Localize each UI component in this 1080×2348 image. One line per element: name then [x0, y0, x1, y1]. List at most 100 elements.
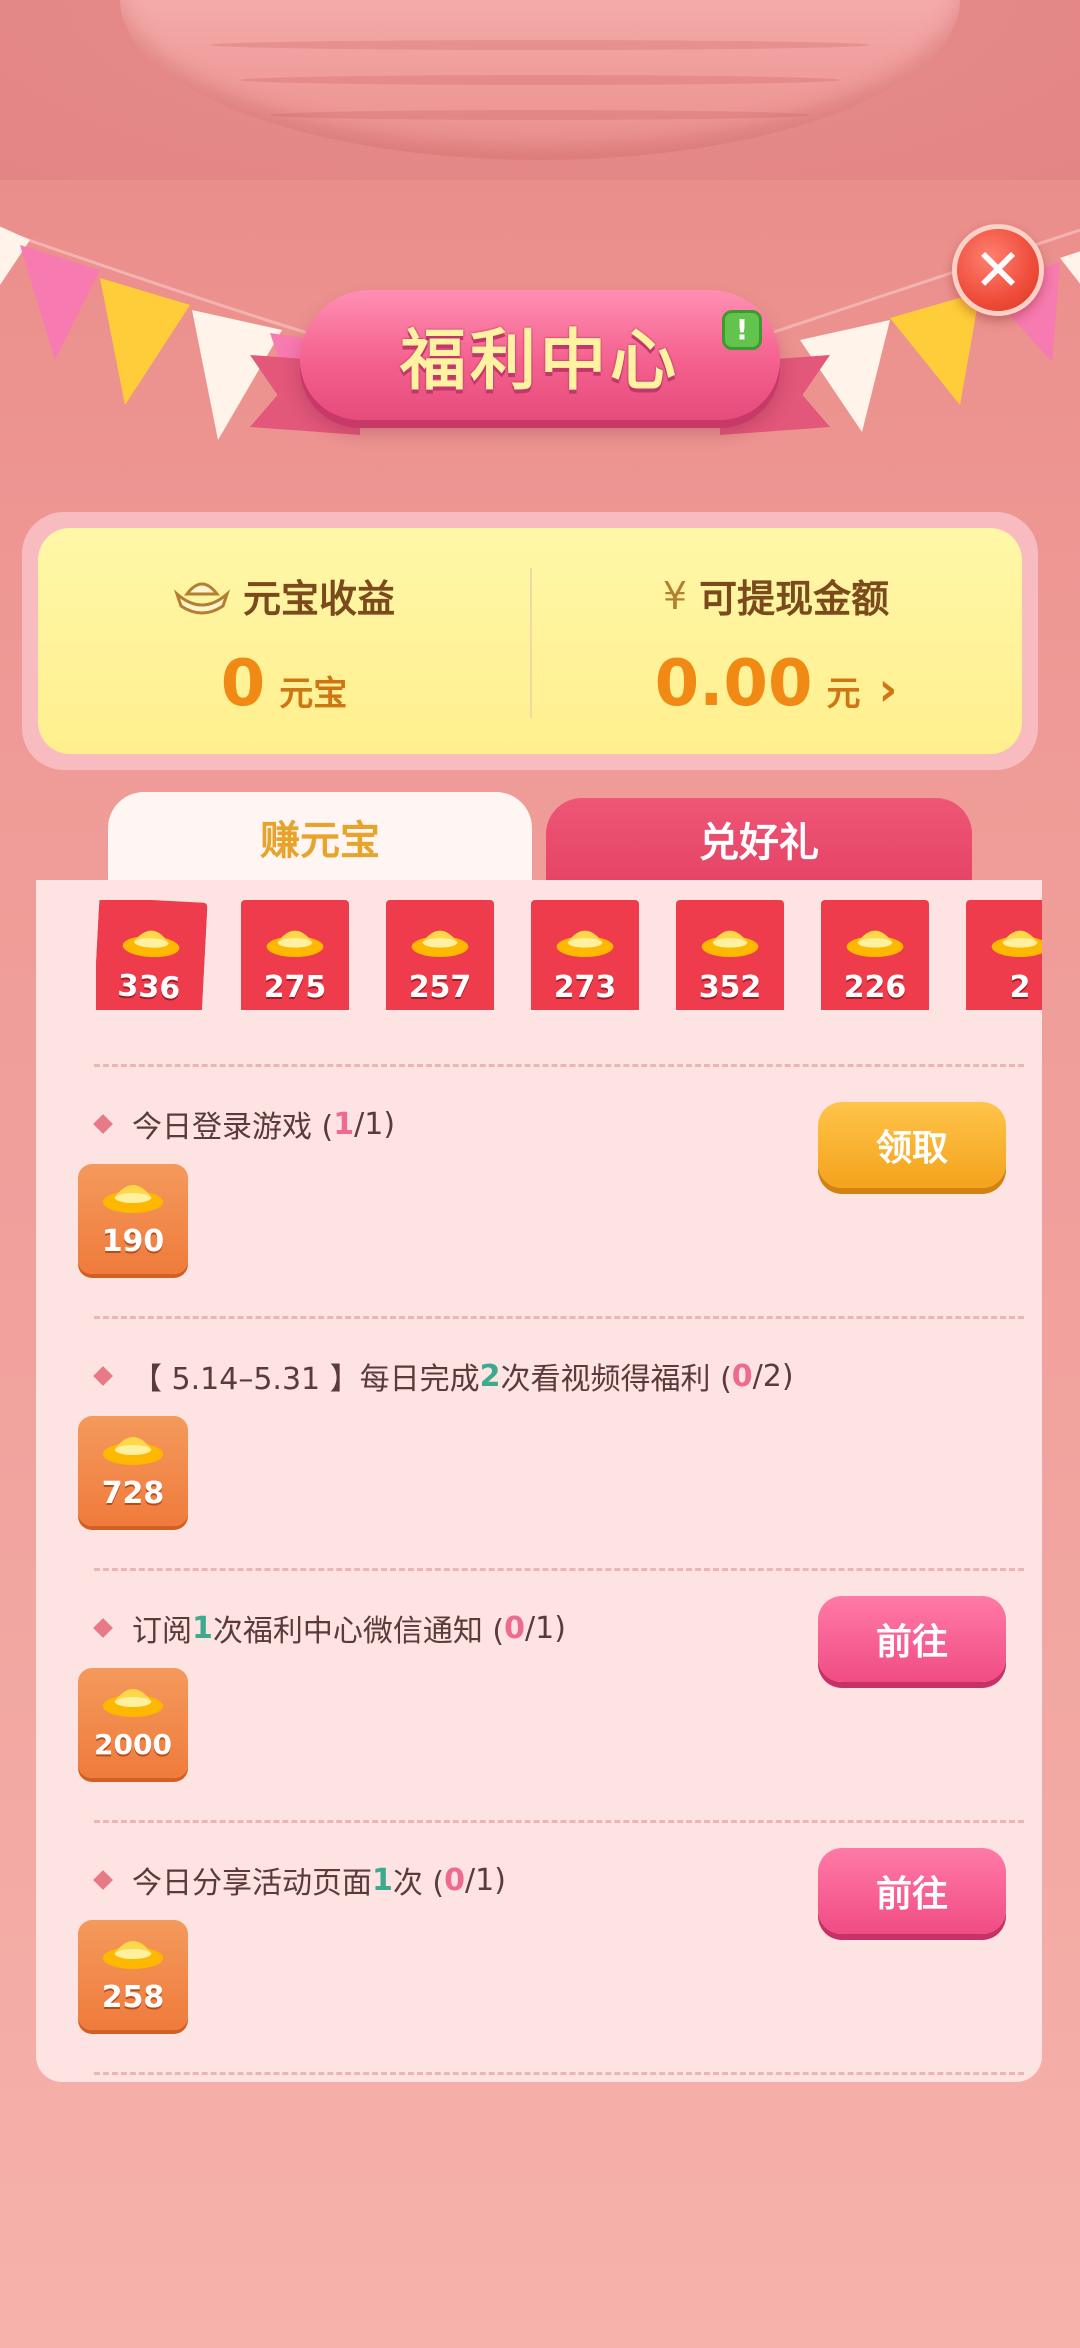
withdrawable-value: 0.00 [654, 647, 813, 721]
red-envelope[interactable]: 275 [241, 900, 349, 1010]
task-reward: 258 [78, 1920, 188, 2030]
task-title-pre: 今日分享活动页面 [132, 1866, 372, 1901]
stats-inner: 元宝收益 0 元宝 ¥ 可提现金额 0.00 元 › [38, 528, 1022, 754]
page-title: 福利中心 [400, 322, 680, 399]
flag-yellow [100, 278, 190, 405]
gold-ingot-icon [266, 930, 324, 958]
red-envelope[interactable]: 226 [821, 900, 929, 1010]
task-progress-total: /1) [525, 1610, 566, 1646]
task-title-mid: 次 ( [392, 1866, 445, 1901]
gold-ingot-icon [991, 930, 1042, 958]
task-reward-value: 190 [101, 1224, 165, 1259]
task-reward: 2000 [78, 1668, 188, 1778]
envelope-value: 352 [698, 970, 762, 1005]
dashed-divider [94, 2072, 1024, 2075]
task-progress-total: /1) [354, 1106, 396, 1142]
red-envelope[interactable]: 257 [386, 900, 494, 1010]
go-button[interactable]: 前往 [818, 1848, 1006, 1934]
task-panel: 336 275 257 273 352 226 2 今日登录游戏 (1/1) 190 领取 … [36, 880, 1042, 2082]
task-title-highlight: 1 [192, 1610, 213, 1646]
task-reward: 190 [78, 1164, 188, 1274]
task-title: 订阅 1 次福利中心微信通知 (0/1) [93, 1606, 566, 1650]
withdrawable-value-row: 0.00 元 › [655, 647, 898, 721]
red-envelope[interactable]: 273 [531, 900, 639, 1010]
gold-ingot-icon [122, 930, 180, 958]
withdrawable-label: 可提现金额 [699, 577, 890, 621]
gold-ingot-icon [846, 930, 904, 958]
close-button[interactable]: ✕ [952, 224, 1044, 316]
stats-card: 元宝收益 0 元宝 ¥ 可提现金额 0.00 元 › [22, 512, 1038, 770]
title-banner: 福利中心 ! [250, 270, 830, 460]
ingot-earnings-label: 元宝收益 [242, 577, 395, 621]
task-title-pre: 【 5.14–5.31 】每日完成 [132, 1362, 480, 1397]
envelope-value: 226 [843, 970, 907, 1005]
diamond-bullet-icon [93, 1870, 113, 1890]
ingot-earnings-value: 0 [220, 647, 266, 721]
envelope-strip[interactable]: 336 275 257 273 352 226 2 [96, 900, 1042, 1010]
gold-ingot-icon [411, 930, 469, 958]
envelope-value: 275 [263, 970, 327, 1005]
ingot-earnings: 元宝收益 0 元宝 [38, 528, 530, 754]
go-button[interactable]: 前往 [818, 1596, 1006, 1682]
envelope-value: 273 [553, 970, 617, 1005]
dashed-divider [94, 1568, 1024, 1571]
task-progress-done: 0 [731, 1358, 753, 1394]
gold-ingot-icon [701, 930, 759, 958]
dashed-divider [94, 1316, 1024, 1319]
red-envelope[interactable]: 2 [966, 900, 1042, 1010]
gold-ingot-icon [103, 1185, 163, 1213]
dashed-divider [94, 1064, 1024, 1067]
task-title-highlight: 2 [479, 1358, 501, 1394]
withdrawable-unit: 元 [826, 674, 861, 714]
stats-divider [530, 568, 532, 718]
diamond-bullet-icon [93, 1618, 113, 1638]
task-progress-done: 0 [444, 1862, 465, 1898]
task-progress-total: /1) [465, 1862, 506, 1898]
flag-white [1060, 251, 1080, 284]
task-reward-value: 258 [101, 1980, 165, 2015]
red-envelope[interactable]: 336 [96, 900, 208, 1010]
task-title-highlight: 1 [372, 1862, 393, 1898]
yen-icon: ¥ [662, 573, 688, 618]
dashed-divider [94, 1820, 1024, 1823]
flag-pink [20, 245, 100, 360]
ribbon-main: 福利中心 [300, 290, 780, 420]
alert-badge[interactable]: ! [722, 310, 762, 350]
gold-ingot-icon [556, 930, 614, 958]
gold-ingot-icon [103, 1437, 163, 1465]
envelope-value: 257 [408, 970, 472, 1005]
red-envelope[interactable]: 352 [676, 900, 784, 1010]
withdrawable-head: ¥ 可提现金额 [663, 568, 889, 623]
claim-button[interactable]: 领取 [818, 1102, 1006, 1188]
task-progress-done: 0 [504, 1610, 525, 1646]
envelope-value: 2 [1009, 970, 1031, 1005]
task-title: 【 5.14–5.31 】每日完成 2 次看视频得福利 (0/2) [93, 1354, 794, 1398]
tab-redeem-gifts[interactable]: 兑好礼 [546, 798, 972, 880]
flag-yellow [890, 292, 980, 405]
task-reward: 728 [78, 1416, 188, 1526]
ingot-icon [173, 582, 231, 614]
diamond-bullet-icon [93, 1366, 113, 1386]
diamond-bullet-icon [93, 1114, 113, 1134]
task-title-mid: 次看视频得福利 ( [500, 1362, 732, 1397]
ingot-earnings-head: 元宝收益 [173, 568, 395, 623]
task-title-text: 今日登录游戏 ( [132, 1110, 334, 1145]
task-title: 今日分享活动页面 1 次 (0/1) [93, 1858, 506, 1902]
chevron-right-icon[interactable]: › [878, 662, 897, 716]
task-reward-value: 728 [101, 1476, 165, 1511]
envelope-value: 336 [116, 968, 182, 1007]
gold-ingot-icon [103, 1941, 163, 1969]
task-progress-total: /2) [752, 1358, 794, 1394]
ingot-earnings-unit: 元宝 [279, 674, 348, 714]
task-progress-done: 1 [333, 1106, 355, 1142]
task-title-mid: 次福利中心微信通知 ( [212, 1614, 505, 1649]
gold-ingot-icon [103, 1689, 163, 1717]
tab-earn-ingots[interactable]: 赚元宝 [108, 792, 532, 882]
task-title: 今日登录游戏 (1/1) [93, 1102, 396, 1146]
task-title-pre: 订阅 [132, 1614, 192, 1649]
close-icon: ✕ [973, 236, 1023, 304]
withdrawable-amount[interactable]: ¥ 可提现金额 0.00 元 › [530, 528, 1022, 754]
tab-bar: 赚元宝 兑好礼 [108, 792, 972, 882]
task-reward-value: 2000 [94, 1728, 172, 1761]
ingot-earnings-value-row: 0 元宝 [221, 647, 348, 721]
